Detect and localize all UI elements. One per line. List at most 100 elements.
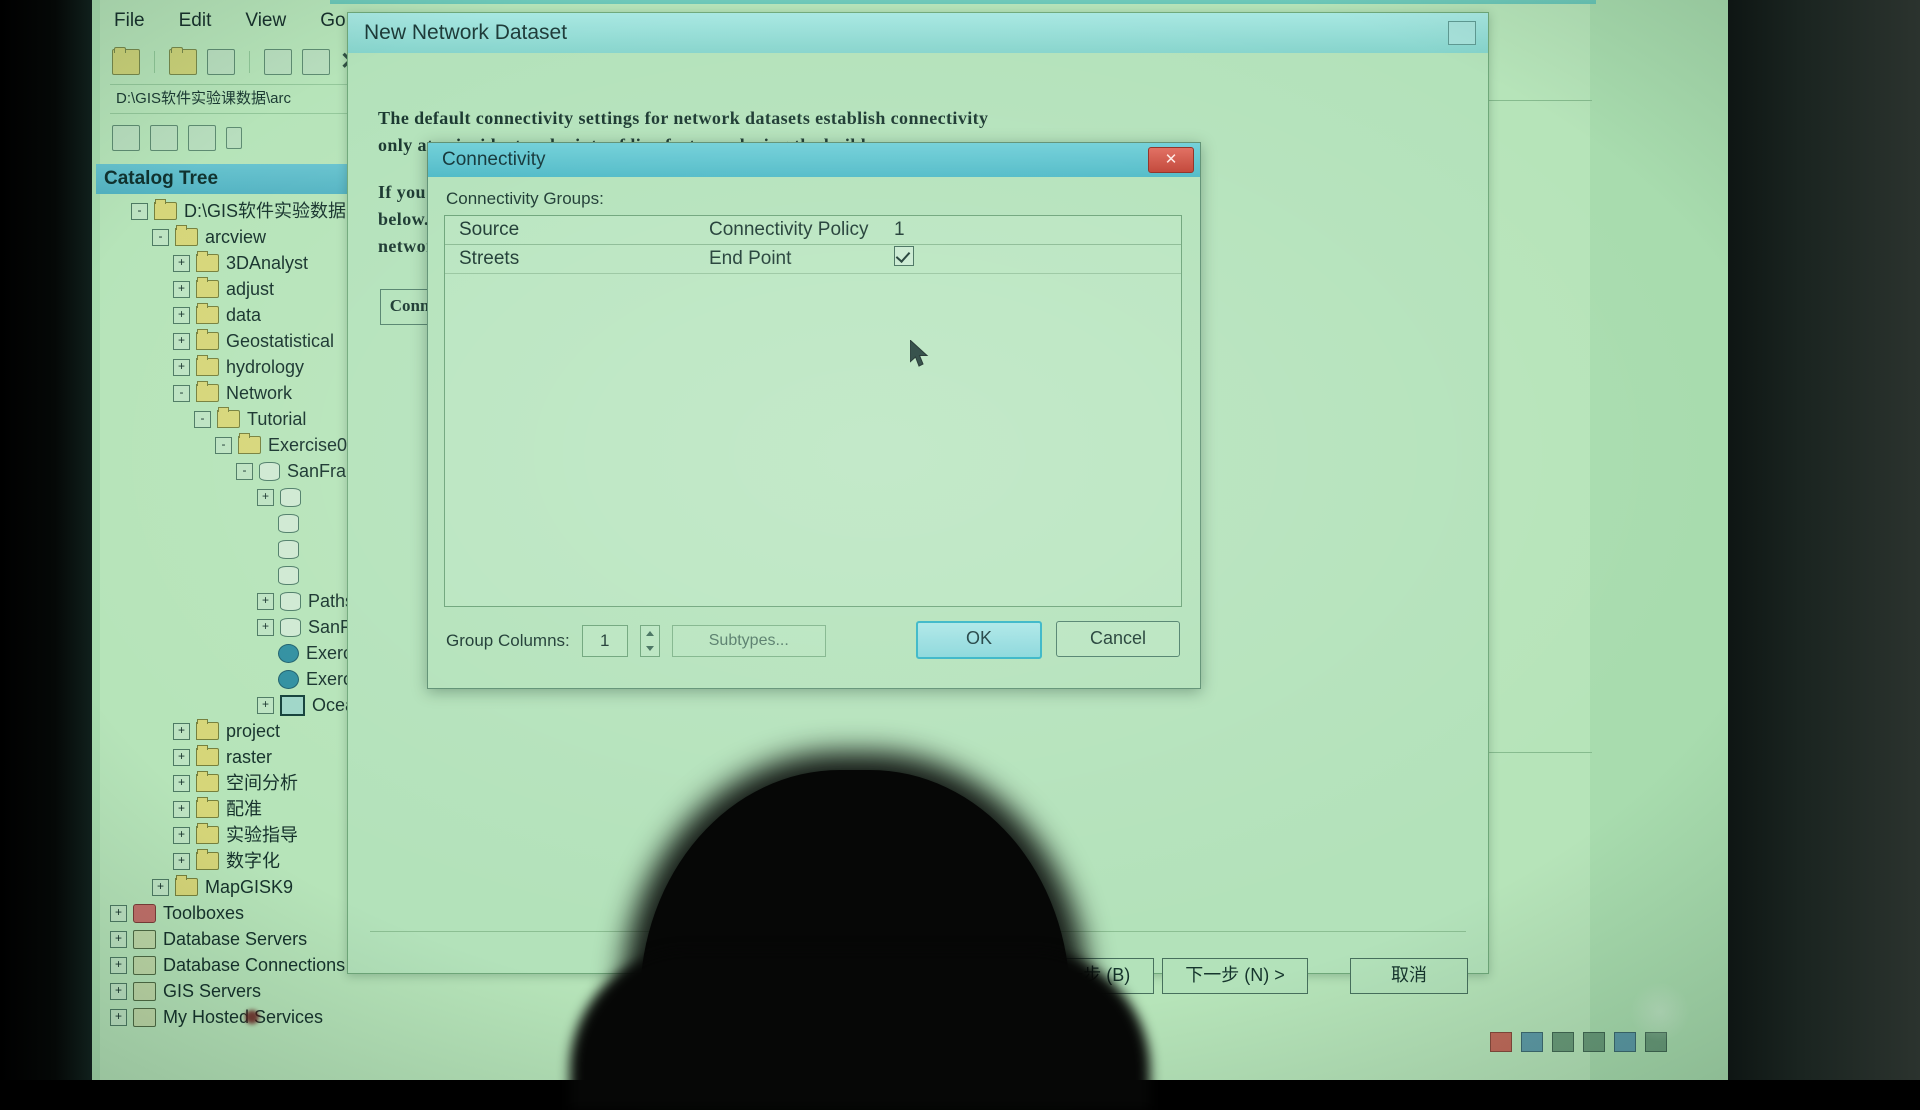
cell-group-checkbox[interactable] — [894, 246, 984, 272]
expand-toggle-icon[interactable]: + — [257, 619, 274, 636]
tree-item[interactable]: -Tutorial — [100, 406, 356, 432]
cell-connectivity-policy[interactable]: End Point — [709, 248, 894, 270]
menu-item-edit[interactable]: Edit — [179, 10, 212, 40]
expand-toggle-icon[interactable]: + — [173, 749, 190, 766]
expand-toggle-icon[interactable]: + — [110, 1009, 127, 1026]
close-icon[interactable]: ✕ — [1148, 147, 1194, 173]
expand-toggle-icon[interactable]: + — [173, 255, 190, 272]
tray-icon-3[interactable] — [1552, 1032, 1574, 1052]
group-columns-stepper[interactable] — [640, 625, 660, 657]
tree-item[interactable]: + — [100, 484, 356, 510]
connectivity-groups-grid[interactable]: Source Connectivity Policy 1 Streets End… — [444, 215, 1182, 607]
tree-item[interactable]: +MapGISK9 — [100, 874, 356, 900]
group-1-checkbox[interactable] — [894, 246, 914, 266]
tree-item[interactable]: +空间分析 — [100, 770, 356, 796]
group-columns-input[interactable]: 1 — [582, 625, 628, 657]
expand-toggle-icon[interactable]: + — [173, 333, 190, 350]
wizard-next-button[interactable]: 下一步 (N) > — [1162, 958, 1308, 994]
description-view-icon[interactable] — [188, 125, 216, 151]
menu-item-go[interactable]: Go — [320, 10, 345, 40]
table-row[interactable]: Streets End Point — [445, 245, 1181, 274]
expand-toggle-icon[interactable]: + — [173, 307, 190, 324]
contents-view-icon[interactable] — [112, 125, 140, 151]
expand-toggle-icon[interactable]: + — [110, 931, 127, 948]
tree-item[interactable]: +SanFranciscoMultimodal — [100, 614, 356, 640]
collapse-toggle-icon[interactable]: - — [131, 203, 148, 220]
tray-icon-4[interactable] — [1583, 1032, 1605, 1052]
menu-bar: File Edit View Go — [114, 10, 346, 40]
expand-toggle-icon[interactable]: + — [257, 489, 274, 506]
expand-toggle-icon[interactable]: + — [173, 801, 190, 818]
connect-to-folder-icon[interactable] — [169, 49, 197, 75]
copy-icon[interactable] — [264, 49, 292, 75]
tree-item[interactable]: +Database Connections — [100, 952, 356, 978]
tree-item[interactable]: +My Hosted Services — [100, 1004, 356, 1030]
menu-item-file[interactable]: File — [114, 10, 145, 40]
tree-item[interactable]: + adjust — [100, 276, 356, 302]
ok-button[interactable]: OK — [916, 621, 1042, 659]
tree-item[interactable]: +配准 — [100, 796, 356, 822]
collapse-toggle-icon[interactable]: - — [173, 385, 190, 402]
tree-item[interactable] — [100, 536, 356, 562]
tree-item[interactable]: -Network — [100, 380, 356, 406]
tree-item[interactable]: Exercise — [100, 640, 356, 666]
wizard-close-button[interactable] — [1448, 21, 1476, 45]
stepper-up-icon[interactable] — [646, 631, 654, 636]
tree-item[interactable]: +3DAnalyst — [100, 250, 356, 276]
up-one-level-icon[interactable] — [112, 49, 140, 75]
collapse-toggle-icon[interactable]: - — [236, 463, 253, 480]
expand-toggle-icon[interactable]: + — [173, 723, 190, 740]
cancel-button[interactable]: Cancel — [1056, 621, 1180, 657]
expand-toggle-icon[interactable]: + — [173, 359, 190, 376]
expand-toggle-icon[interactable]: + — [110, 957, 127, 974]
tree-item[interactable]: - Exercise01 — [100, 432, 356, 458]
tree-item[interactable]: +raster — [100, 744, 356, 770]
catalog-tree[interactable]: -D:\GIS软件实验数据-arcview+3DAnalyst+adjust+d… — [100, 198, 356, 1068]
disconnect-folder-icon[interactable] — [207, 49, 235, 75]
wizard-cancel-button[interactable]: 取消 — [1350, 958, 1468, 994]
tray-icon-2[interactable] — [1521, 1032, 1543, 1052]
tree-item[interactable]: Exercise — [100, 666, 356, 692]
tree-item[interactable]: +Paths — [100, 588, 356, 614]
tree-item[interactable]: +实验指导 — [100, 822, 356, 848]
expand-toggle-icon[interactable]: + — [173, 827, 190, 844]
dropdown-arrow-icon[interactable] — [226, 127, 242, 149]
tree-item-label: adjust — [226, 276, 274, 302]
subtypes-button[interactable]: Subtypes... — [672, 625, 826, 657]
menu-item-view[interactable]: View — [245, 10, 286, 40]
expand-toggle-icon[interactable]: + — [110, 905, 127, 922]
tree-item[interactable] — [100, 562, 356, 588]
tree-item-label: 3DAnalyst — [226, 250, 308, 276]
collapse-toggle-icon[interactable]: - — [194, 411, 211, 428]
tree-item[interactable] — [100, 510, 356, 536]
tree-item[interactable]: + Database Servers — [100, 926, 356, 952]
tray-icon-1[interactable] — [1490, 1032, 1512, 1052]
tree-item[interactable]: +hydrology — [100, 354, 356, 380]
folder-icon — [238, 436, 261, 454]
tree-item[interactable]: +Ocean — [100, 692, 356, 718]
preview-view-icon[interactable] — [150, 125, 178, 151]
tree-item[interactable]: -arcview — [100, 224, 356, 250]
expand-toggle-icon[interactable]: + — [152, 879, 169, 896]
expand-toggle-icon[interactable]: + — [173, 281, 190, 298]
collapse-toggle-icon[interactable]: - — [152, 229, 169, 246]
expand-toggle-icon[interactable]: + — [173, 853, 190, 870]
paste-icon[interactable] — [302, 49, 330, 75]
expand-toggle-icon[interactable]: + — [110, 983, 127, 1000]
feature-dataset-icon — [280, 618, 301, 637]
expand-toggle-icon[interactable]: + — [173, 775, 190, 792]
tree-item[interactable]: +Toolboxes — [100, 900, 356, 926]
tree-item[interactable]: +data — [100, 302, 356, 328]
tree-item-label: Exercise01 — [268, 432, 356, 458]
tree-item[interactable]: +Geostatistical — [100, 328, 356, 354]
tree-item[interactable]: -D:\GIS软件实验数据 — [100, 198, 356, 224]
tree-item[interactable]: +GIS Servers — [100, 978, 356, 1004]
tree-item[interactable]: +project — [100, 718, 356, 744]
expand-toggle-icon[interactable]: + — [257, 593, 274, 610]
expand-toggle-icon[interactable]: + — [257, 697, 274, 714]
tree-item[interactable]: -SanFrancisco.gdb — [100, 458, 356, 484]
tree-item[interactable]: +数字化 — [100, 848, 356, 874]
tree-item-label: Database Servers — [163, 926, 307, 952]
collapse-toggle-icon[interactable]: - — [215, 437, 232, 454]
stepper-down-icon[interactable] — [646, 646, 654, 651]
